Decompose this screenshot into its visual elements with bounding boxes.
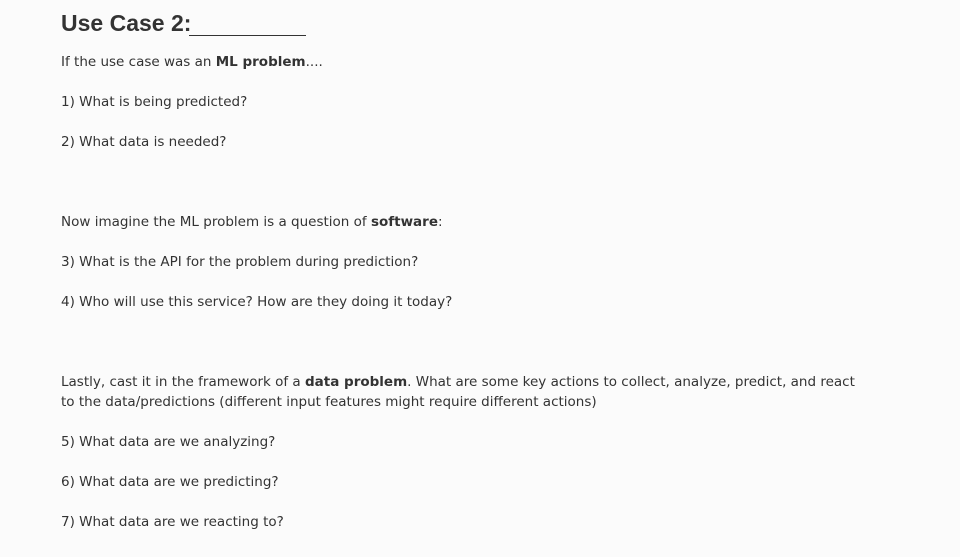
data-intro-bold: data problem <box>305 374 408 390</box>
title-fill-in-blank <box>189 35 306 36</box>
ml-intro-text: If the use case was an <box>61 54 216 70</box>
question-4: 4) Who will use this service? How are th… <box>61 294 453 310</box>
question-1: 1) What is being predicted? <box>61 94 248 110</box>
ml-problem-intro: If the use case was an ML problem.... <box>61 52 323 72</box>
software-intro-suffix: : <box>438 214 443 230</box>
data-intro-text: Lastly, cast it in the framework of a <box>61 374 305 390</box>
question-6: 6) What data are we predicting? <box>61 474 279 490</box>
question-7: 7) What data are we reacting to? <box>61 514 284 530</box>
software-intro-bold: software <box>370 214 438 230</box>
data-problem-intro: Lastly, cast it in the framework of a da… <box>61 372 861 412</box>
title-text: Use Case 2: <box>61 10 192 36</box>
software-intro: Now imagine the ML problem is a question… <box>61 212 443 232</box>
software-intro-text: Now imagine the ML problem is a question… <box>61 214 371 230</box>
ml-intro-bold: ML problem <box>215 54 306 70</box>
question-2: 2) What data is needed? <box>61 134 227 150</box>
page-title: Use Case 2: <box>61 10 191 37</box>
ml-intro-suffix: .... <box>305 54 323 70</box>
question-3: 3) What is the API for the problem durin… <box>61 254 419 270</box>
question-5: 5) What data are we analyzing? <box>61 434 276 450</box>
